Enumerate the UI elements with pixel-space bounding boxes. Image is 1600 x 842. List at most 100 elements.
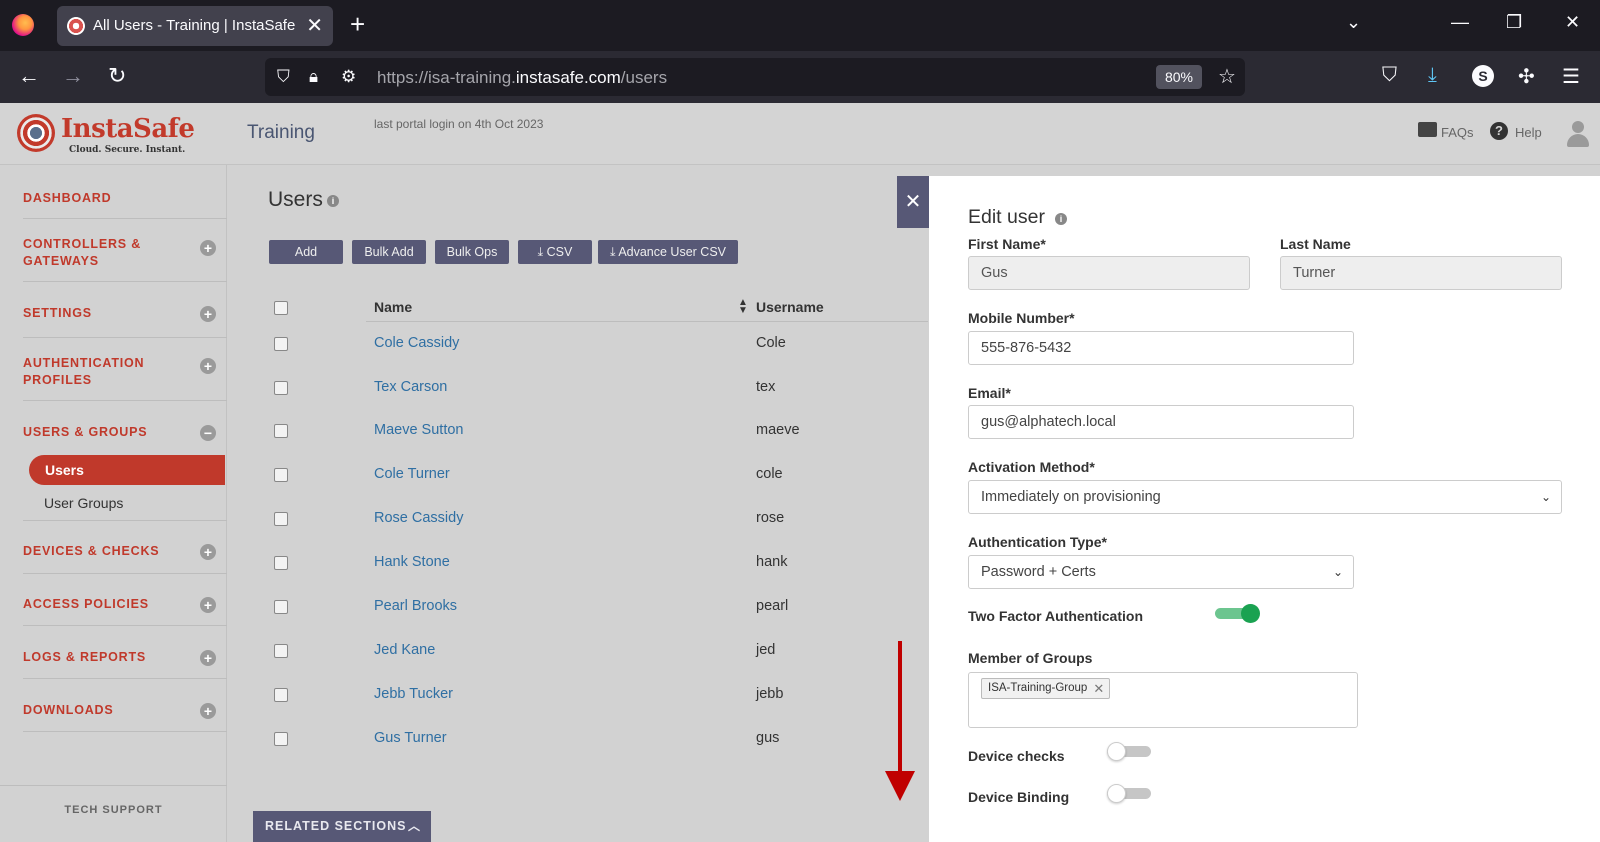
user-name-link[interactable]: Rose Cassidy [374, 510, 463, 526]
zoom-indicator[interactable]: 80% [1156, 65, 1202, 89]
minimize-icon[interactable]: — [1451, 12, 1469, 33]
authentication-type-label: Authentication Type* [968, 534, 1107, 550]
account-avatar[interactable]: S [1472, 65, 1494, 87]
close-drawer-button[interactable]: ✕ [897, 176, 929, 228]
device-binding-toggle[interactable] [1107, 784, 1151, 803]
sidebar-item-downloads[interactable]: DOWNLOADS [23, 702, 213, 719]
user-name-link[interactable]: Cole Cassidy [374, 335, 459, 351]
user-name-link[interactable]: Jebb Tucker [374, 686, 453, 702]
csv-button[interactable]: ⤓ CSV [518, 240, 592, 264]
row-checkbox[interactable] [274, 688, 288, 702]
pocket-icon[interactable]: ⛉ [1382, 64, 1397, 87]
sidebar-item-logs-reports[interactable]: LOGS & REPORTS [23, 649, 213, 666]
expand-plus-icon[interactable]: + [200, 597, 216, 613]
tab-list-chevron-icon[interactable]: ⌄ [1346, 12, 1361, 33]
user-name-link[interactable]: Pearl Brooks [374, 598, 457, 614]
extensions-icon[interactable]: ✣ [1518, 64, 1535, 89]
csv-button-label: CSV [546, 245, 573, 259]
expand-plus-icon[interactable]: + [200, 544, 216, 560]
browser-tab[interactable]: All Users - Training | InstaSafe ✕ [57, 6, 333, 46]
sort-icon[interactable]: ▲ ▼ [738, 298, 748, 316]
row-checkbox[interactable] [274, 381, 288, 395]
bookmark-star-icon[interactable]: ☆ [1218, 64, 1236, 89]
help-link[interactable]: Help [1515, 125, 1542, 140]
permissions-icon[interactable]: ⚙ [341, 67, 356, 87]
row-checkbox[interactable] [274, 512, 288, 526]
user-avatar-icon[interactable] [1565, 121, 1591, 147]
row-checkbox[interactable] [274, 732, 288, 746]
sidebar-subitem-users[interactable]: Users [29, 455, 225, 485]
url-text[interactable]: https://isa-training.instasafe.com/users [377, 68, 667, 88]
sidebar-item-settings[interactable]: SETTINGS [23, 305, 213, 322]
app-header: InstaSafe Cloud. Secure. Instant. Traini… [0, 103, 1600, 165]
info-icon[interactable]: i [327, 195, 339, 207]
collapse-minus-icon[interactable]: − [200, 425, 216, 441]
annotation-arrow-head [885, 771, 915, 801]
shield-icon[interactable]: ⛉ [277, 67, 290, 87]
annotation-arrow [898, 641, 902, 773]
sidebar-item-dashboard[interactable]: DASHBOARD [23, 190, 213, 207]
row-checkbox[interactable] [274, 556, 288, 570]
faq-chat-icon[interactable] [1418, 122, 1437, 137]
advance-user-csv-button[interactable]: ⤓ Advance User CSV [598, 240, 738, 264]
activation-method-select[interactable]: Immediately on provisioning ⌄ [968, 480, 1562, 514]
help-icon[interactable]: ? [1490, 122, 1508, 140]
bulk-add-button[interactable]: Bulk Add [352, 240, 426, 264]
address-bar[interactable]: ⛉ 🔒︎ ⚙ https://isa-training.instasafe.co… [265, 58, 1245, 96]
forward-arrow-icon[interactable]: → [62, 63, 84, 89]
related-sections-toggle[interactable]: RELATED SECTIONS ︿ [253, 811, 431, 842]
menu-hamburger-icon[interactable]: ☰ [1562, 64, 1580, 89]
user-name-link[interactable]: Cole Turner [374, 466, 450, 482]
sidebar-item-authentication-profiles[interactable]: AUTHENTICATION PROFILES [23, 355, 173, 389]
advance-csv-label: Advance User CSV [618, 245, 726, 259]
row-checkbox[interactable] [274, 337, 288, 351]
sidebar-item-controllers-gateways[interactable]: CONTROLLERS & GATEWAYS [23, 236, 173, 270]
email-field[interactable]: gus@alphatech.local [968, 405, 1354, 439]
column-header-username[interactable]: Username [756, 299, 824, 315]
two-factor-toggle[interactable] [1215, 604, 1260, 623]
reload-icon[interactable]: ↻ [108, 63, 126, 89]
row-checkbox[interactable] [274, 600, 288, 614]
expand-plus-icon[interactable]: + [200, 240, 216, 256]
back-arrow-icon[interactable]: ← [18, 63, 40, 89]
downloads-icon[interactable]: ⤓ [1428, 64, 1437, 87]
sidebar-subitem-user-groups[interactable]: User Groups [44, 495, 123, 511]
new-tab-icon[interactable]: + [350, 9, 365, 39]
expand-plus-icon[interactable]: + [200, 358, 216, 374]
user-name-link[interactable]: Hank Stone [374, 554, 450, 570]
close-tab-icon[interactable]: ✕ [306, 13, 323, 38]
lock-icon[interactable]: 🔒︎ [309, 67, 318, 87]
restore-icon[interactable]: ❐ [1506, 12, 1522, 33]
user-name-link[interactable]: Gus Turner [374, 730, 447, 746]
add-button[interactable]: Add [269, 240, 343, 264]
bulk-ops-button[interactable]: Bulk Ops [435, 240, 509, 264]
user-name-link[interactable]: Tex Carson [374, 379, 447, 395]
row-checkbox[interactable] [274, 468, 288, 482]
tech-support-link[interactable]: TECH SUPPORT [0, 785, 227, 816]
first-name-field[interactable]: Gus [968, 256, 1250, 290]
instasafe-logo[interactable]: InstaSafe Cloud. Secure. Instant. [17, 112, 195, 156]
authentication-type-select[interactable]: Password + Certs ⌄ [968, 555, 1354, 589]
sidebar-item-users-groups[interactable]: USERS & GROUPS [23, 424, 213, 441]
sidebar-divider [23, 400, 227, 401]
row-checkbox[interactable] [274, 644, 288, 658]
expand-plus-icon[interactable]: + [200, 306, 216, 322]
groups-multiselect[interactable]: ISA-Training-Group ✕ [968, 672, 1358, 728]
remove-chip-icon[interactable]: ✕ [1093, 679, 1104, 698]
window-close-icon[interactable]: ✕ [1565, 12, 1580, 33]
firefox-icon[interactable] [12, 14, 34, 36]
user-name-link[interactable]: Maeve Sutton [374, 422, 463, 438]
expand-plus-icon[interactable]: + [200, 703, 216, 719]
sidebar-item-devices-checks[interactable]: DEVICES & CHECKS [23, 543, 213, 560]
last-name-field[interactable]: Turner [1280, 256, 1562, 290]
user-name-link[interactable]: Jed Kane [374, 642, 435, 658]
row-checkbox[interactable] [274, 424, 288, 438]
mobile-field[interactable]: 555-876-5432 [968, 331, 1354, 365]
expand-plus-icon[interactable]: + [200, 650, 216, 666]
column-header-name[interactable]: Name [374, 299, 412, 315]
faqs-link[interactable]: FAQs [1441, 125, 1474, 140]
device-checks-toggle[interactable] [1107, 742, 1151, 761]
sidebar-item-access-policies[interactable]: ACCESS POLICIES [23, 596, 213, 613]
info-icon[interactable]: i [1055, 213, 1067, 225]
select-all-checkbox[interactable] [274, 301, 288, 315]
